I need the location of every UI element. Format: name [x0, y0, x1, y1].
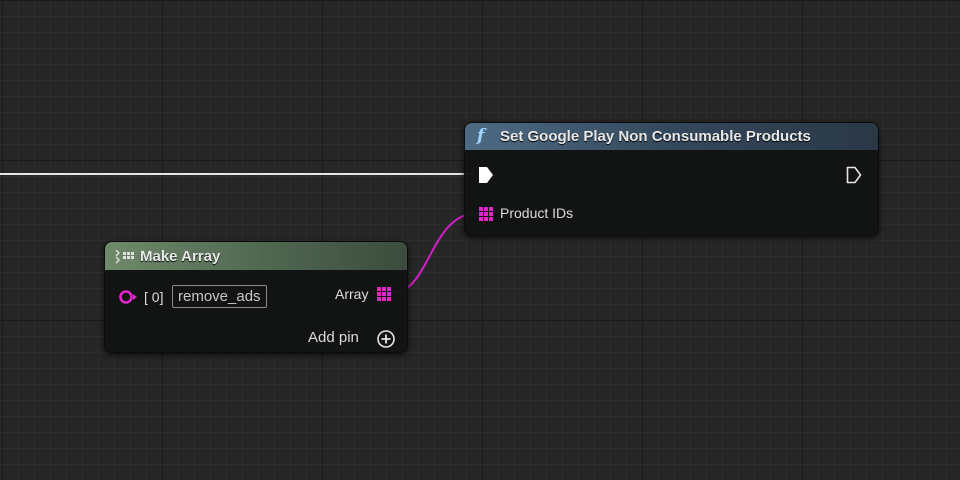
- wire-layer: [0, 173, 479, 294]
- element-index-label: [ 0]: [144, 289, 164, 305]
- add-pin-label: Add pin: [308, 329, 359, 346]
- function-node-title: Set Google Play Non Consumable Products: [500, 128, 811, 145]
- string-pin-icon[interactable]: [119, 289, 139, 305]
- array-pin-icon[interactable]: [479, 207, 494, 222]
- make-array-title: Make Array: [140, 248, 221, 265]
- make-array-header[interactable]: Make Array: [105, 242, 407, 270]
- function-icon: f: [477, 126, 485, 146]
- function-node-header[interactable]: f Set Google Play Non Consumable Product…: [465, 123, 878, 150]
- exec-pin-out-icon[interactable]: [846, 166, 862, 184]
- array-output-label: Array: [335, 286, 369, 302]
- add-pin-button[interactable]: Add pin: [308, 328, 398, 348]
- array-pin-icon[interactable]: [377, 287, 392, 302]
- element-value-field[interactable]: remove_ads: [172, 285, 267, 308]
- exec-pin-in-icon[interactable]: [478, 166, 494, 184]
- make-array-node[interactable]: Make Array [ 0] remove_ads Array Add pin: [104, 241, 408, 353]
- product-ids-pin-label: Product IDs: [500, 205, 574, 221]
- plus-circle-icon: [377, 330, 395, 348]
- make-array-icon: [115, 249, 134, 264]
- set-google-play-products-node[interactable]: f Set Google Play Non Consumable Product…: [464, 122, 879, 236]
